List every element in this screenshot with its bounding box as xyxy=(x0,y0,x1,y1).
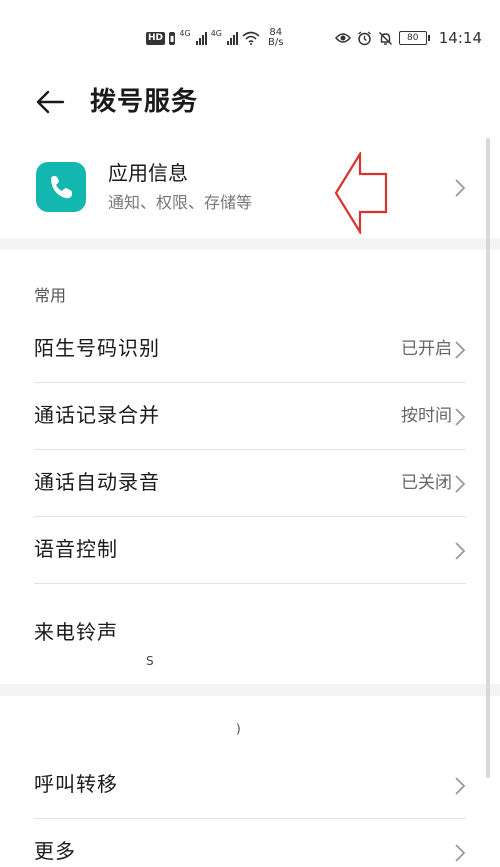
hd-voice-badge: HD xyxy=(146,31,166,45)
chevron-right-icon xyxy=(455,341,466,359)
sim2-network-label: 4G xyxy=(210,28,223,38)
list-item-call-forwarding[interactable]: 呼叫转移 xyxy=(0,752,500,819)
wifi-icon xyxy=(242,31,260,45)
page-title: 拨号服务 xyxy=(90,87,199,117)
phone-icon xyxy=(51,176,72,199)
app-info-title: 应用信息 xyxy=(108,161,188,185)
app-icon xyxy=(36,162,86,212)
list-item-label: 语音控制 xyxy=(34,537,118,561)
app-info-subtitle: 通知、权限、存储等 xyxy=(108,193,253,212)
section-gap xyxy=(0,684,500,696)
status-time: 14:14 xyxy=(438,29,482,47)
list-item-label: 通话记录合并 xyxy=(34,403,160,427)
overlay-fragment: S xyxy=(146,654,154,668)
back-arrow-icon xyxy=(36,90,65,114)
list-item-label: 陌生号码识别 xyxy=(34,336,160,360)
battery-icon: 80 xyxy=(398,31,430,45)
list-item-ringtone[interactable]: 来电铃声 xyxy=(0,600,500,670)
mute-bell-icon xyxy=(378,31,392,45)
signal-icon xyxy=(227,31,239,45)
list-item-voice-control[interactable]: 语音控制 xyxy=(0,517,500,584)
list-item-unknown-number-id[interactable]: 陌生号码识别 已开启 xyxy=(0,316,500,383)
list-item-label: 来电铃声 xyxy=(34,620,118,644)
list-item-value: 已开启 xyxy=(401,339,452,359)
list-item-call-log-merge[interactable]: 通话记录合并 按时间 xyxy=(0,383,500,450)
sim-icon: ▮ xyxy=(169,31,176,45)
status-left: HD ▮ 4G 4G 84 B/s xyxy=(146,26,283,50)
section-gap xyxy=(0,238,500,250)
annotation-arrow-icon xyxy=(334,152,388,234)
status-bar: HD ▮ 4G 4G 84 B/s 80 14:14 xyxy=(0,0,500,72)
header: 拨号服务 xyxy=(0,72,500,132)
list-item-label: 更多 xyxy=(34,839,76,863)
app-info-row[interactable]: 应用信息 通知、权限、存储等 xyxy=(0,140,500,236)
chevron-right-icon xyxy=(455,179,466,197)
status-right: 80 14:14 xyxy=(334,26,482,50)
signal-icon xyxy=(195,31,207,45)
alarm-icon xyxy=(357,30,371,45)
dialer-settings-page: HD ▮ 4G 4G 84 B/s 80 14:14 拨号服务 应用信息 通知、… xyxy=(0,0,500,867)
overlay-fragment: ) xyxy=(236,722,241,736)
network-speed-unit: B/s xyxy=(268,37,284,48)
list-item-label: 通话自动录音 xyxy=(34,470,160,494)
sim1-network-label: 4G xyxy=(179,28,191,38)
list-item-label: 呼叫转移 xyxy=(34,772,118,796)
list-item-auto-record[interactable]: 通话自动录音 已关闭 xyxy=(0,450,500,517)
list-item-more[interactable]: 更多 xyxy=(0,819,500,867)
list-item-value: 已关闭 xyxy=(401,473,452,493)
chevron-right-icon xyxy=(455,542,466,560)
section-header-common: 常用 xyxy=(34,286,67,305)
chevron-right-icon xyxy=(455,475,466,493)
divider xyxy=(34,583,466,584)
eye-icon xyxy=(334,33,351,43)
network-speed: 84 B/s xyxy=(268,28,283,48)
chevron-right-icon xyxy=(455,844,466,862)
list-item-value: 按时间 xyxy=(401,406,452,426)
chevron-right-icon xyxy=(455,408,466,426)
chevron-right-icon xyxy=(455,777,466,795)
scrollbar[interactable] xyxy=(486,138,490,778)
back-button[interactable] xyxy=(30,84,70,120)
